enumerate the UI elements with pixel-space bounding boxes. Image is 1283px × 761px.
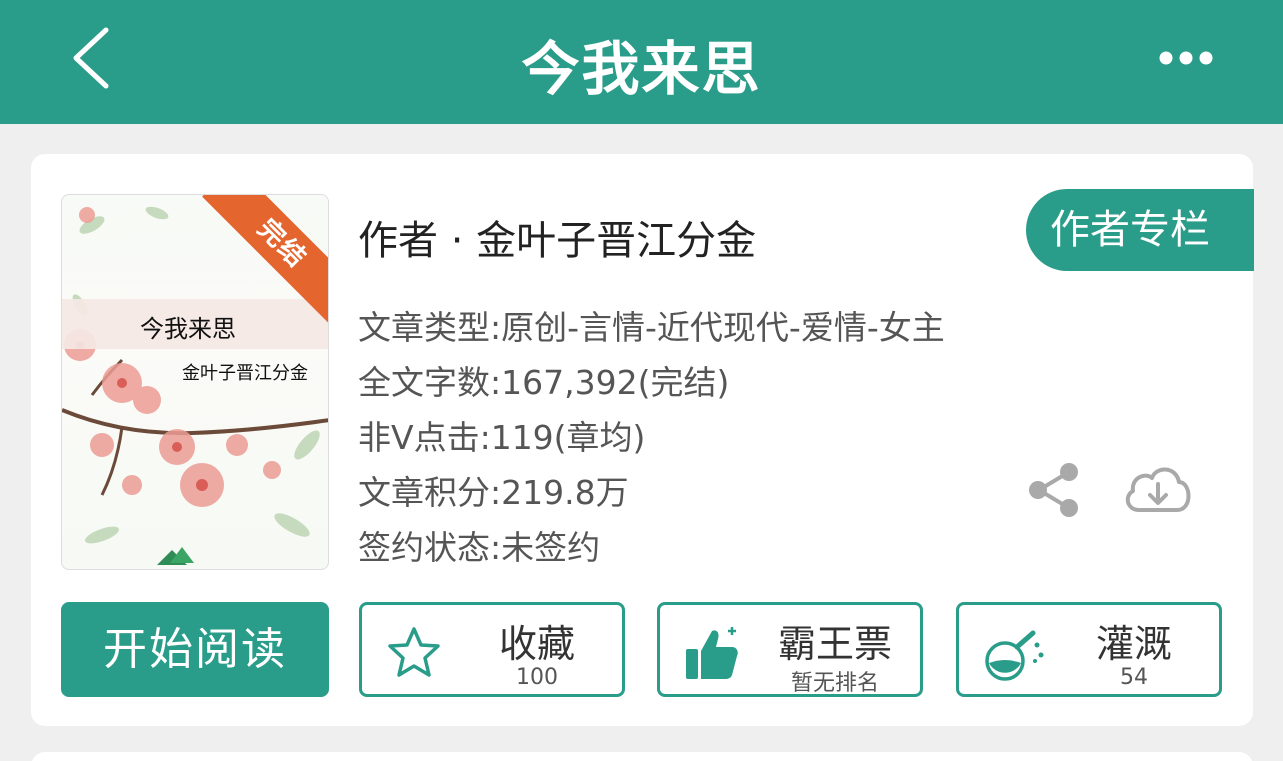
top-bar: 今我来思 (0, 0, 1283, 124)
meta-word-count: 全文字数:167,392(完结) (358, 363, 730, 402)
cloud-download-icon[interactable] (1121, 460, 1195, 518)
thumbs-up-icon (686, 627, 738, 679)
water-count: 54 (1120, 665, 1148, 690)
book-info-card: 今我来思 金叶子晋江分金 完结 作者 · 金叶子晋江分金 作者专栏 文章类型:原… (31, 154, 1254, 726)
start-reading-button[interactable]: 开始阅读 (61, 602, 329, 697)
vote-button[interactable]: 霸王票 暂无排名 (657, 602, 923, 697)
meta-score: 文章积分:219.8万 (358, 473, 629, 512)
water-button[interactable]: 灌溉 54 (956, 602, 1222, 697)
book-cover[interactable]: 今我来思 金叶子晋江分金 完结 (61, 194, 329, 570)
more-horizontal-icon[interactable] (1158, 50, 1214, 66)
meta-contract: 签约状态:未签约 (358, 528, 601, 567)
cover-author: 金叶子晋江分金 (182, 363, 308, 384)
favorite-button[interactable]: 收藏 100 (359, 602, 625, 697)
water-label: 灌溉 (1095, 622, 1172, 666)
meta-type: 文章类型:原创-言情-近代现代-爱情-女主 (358, 308, 945, 347)
star-icon (388, 627, 440, 677)
page-title: 今我来思 (521, 35, 762, 103)
next-card (31, 752, 1253, 761)
author-column-button[interactable]: 作者专栏 (1026, 189, 1254, 271)
watering-flask-icon (985, 630, 1044, 681)
favorite-label: 收藏 (498, 622, 575, 666)
book-meta: 文章类型:原创-言情-近代现代-爱情-女主 全文字数:167,392(完结) 非… (358, 300, 945, 575)
meta-clicks: 非Ⅴ点击:119(章均) (358, 418, 646, 457)
cover-title: 今我来思 (140, 315, 236, 343)
favorite-count: 100 (516, 665, 558, 690)
vote-rank: 暂无排名 (790, 671, 879, 696)
vote-label: 霸王票 (777, 622, 892, 666)
share-icon[interactable] (1025, 462, 1083, 518)
author-name[interactable]: 作者 · 金叶子晋江分金 (358, 208, 756, 266)
